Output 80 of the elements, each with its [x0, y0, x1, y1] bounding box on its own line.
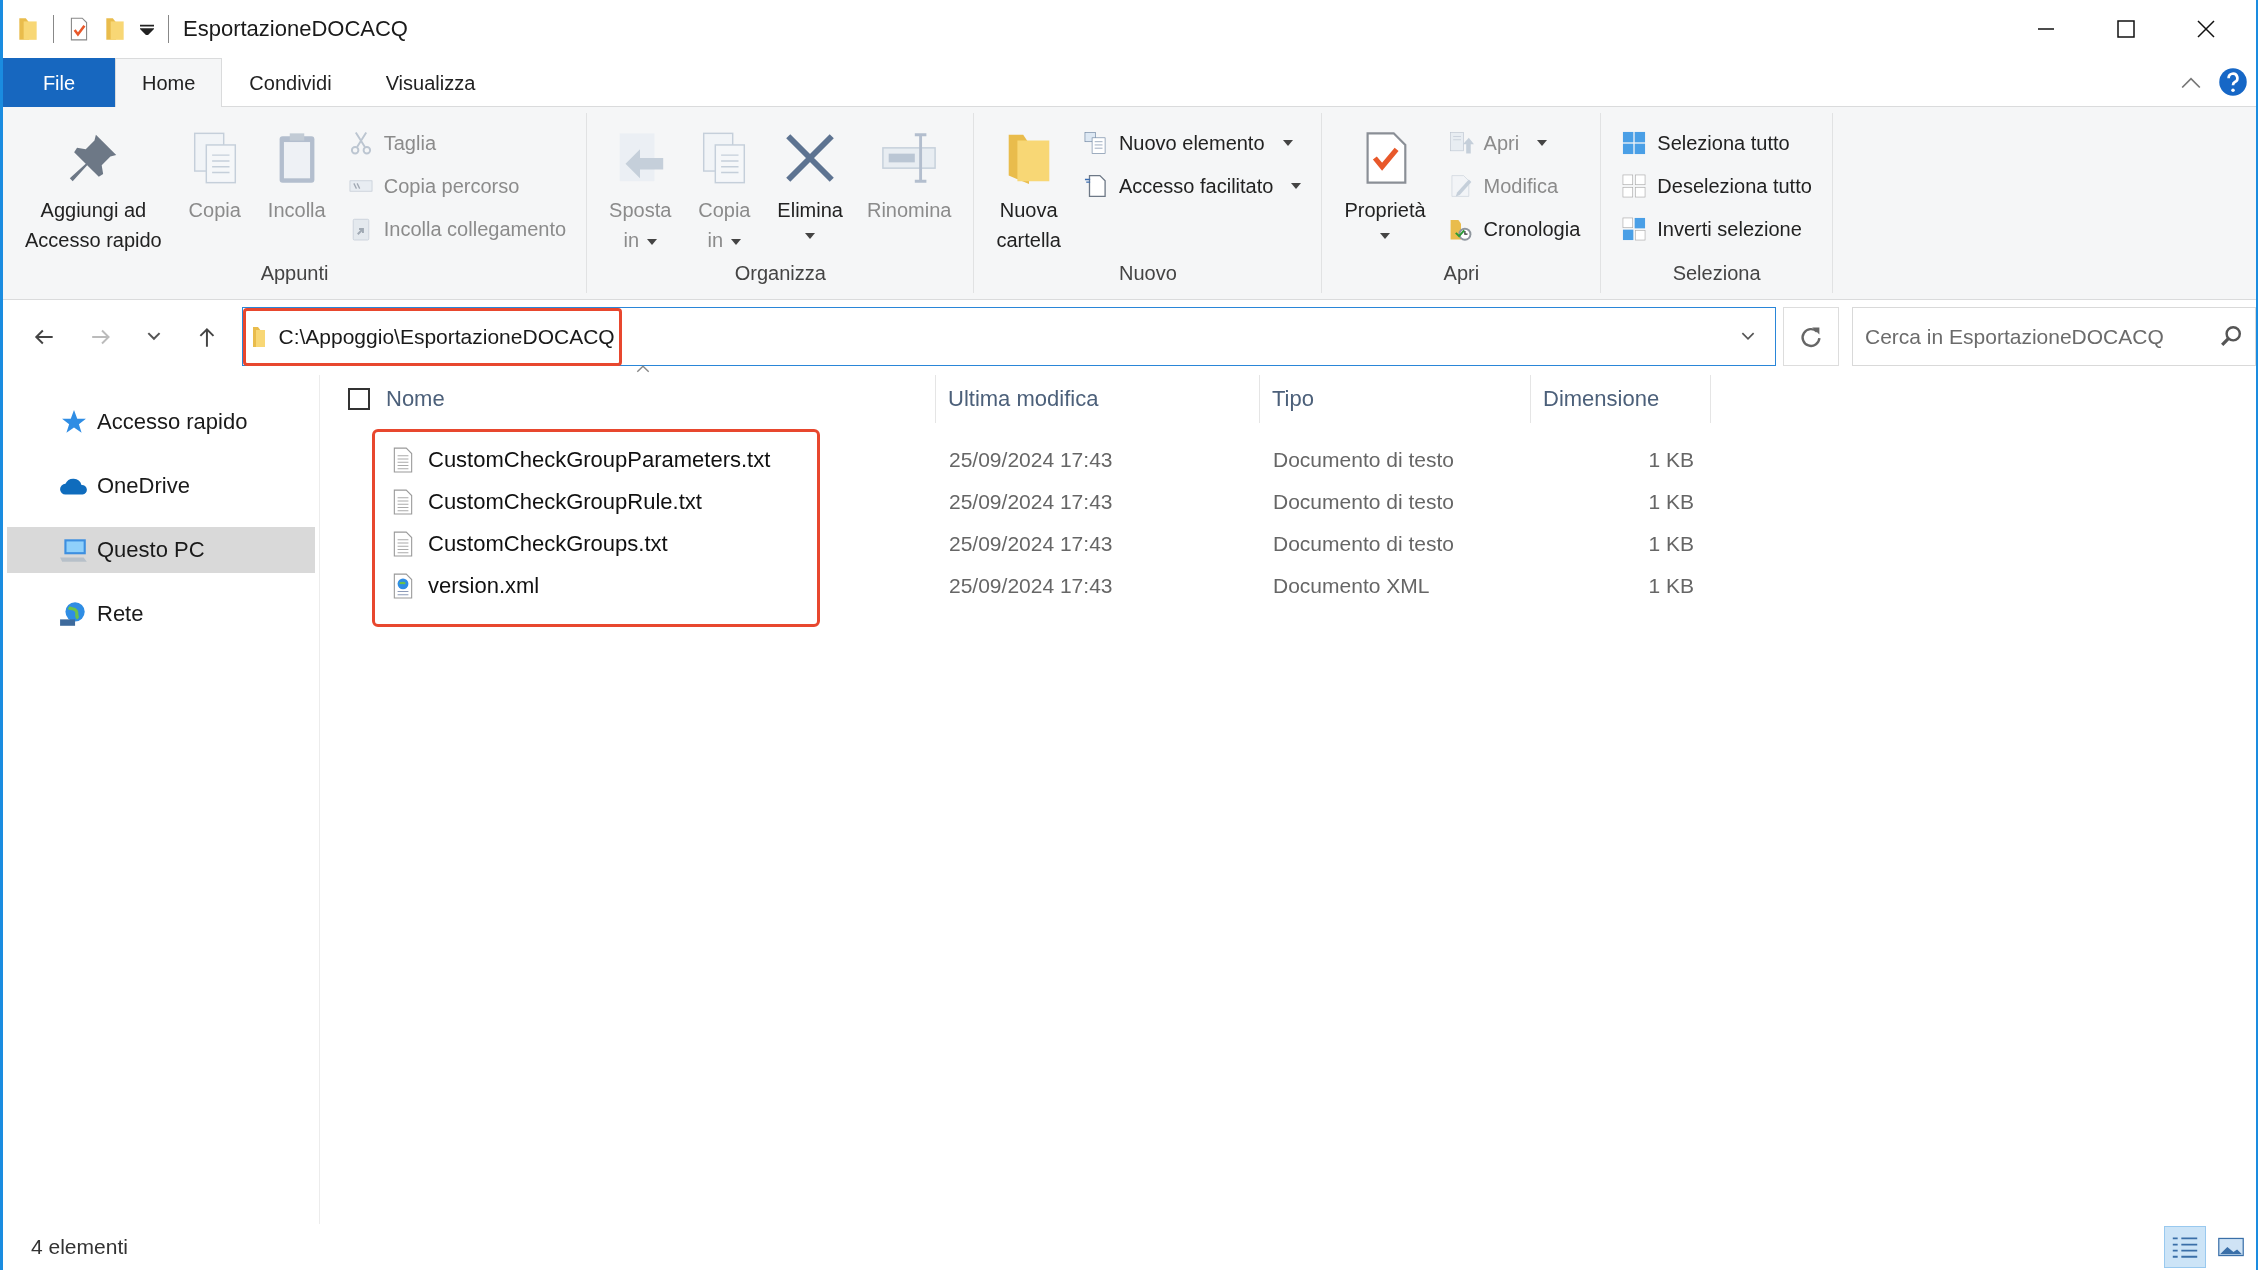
thumbnail-view-icon — [2217, 1236, 2245, 1258]
group-label: Apri — [1442, 262, 1481, 286]
folder-icon — [252, 325, 267, 348]
close-icon[interactable] — [2196, 19, 2216, 39]
file-type: Documento di testo — [1272, 532, 1455, 556]
file-type: Documento di testo — [1272, 490, 1455, 514]
collapse-ribbon-icon[interactable] — [2180, 75, 2202, 89]
column-header[interactable]: Dimensione — [1531, 386, 1672, 412]
ribbon-tab[interactable]: Condividi — [222, 58, 359, 107]
group-label: Seleziona — [1671, 262, 1762, 286]
grid-icon — [1621, 216, 1648, 242]
grid-icon — [1621, 173, 1648, 199]
file-tab[interactable]: File — [3, 58, 115, 107]
file-size: 1 KB — [1647, 490, 1694, 514]
ribbon-button[interactable]: Deseleziona tutto — [1617, 166, 1816, 206]
text-file-icon — [392, 489, 414, 515]
file-type: Documento di testo — [1272, 448, 1455, 472]
address-bar[interactable]: C:\Appoggio\EsportazioneDOCACQ — [242, 307, 1777, 366]
document-icon — [1082, 173, 1109, 199]
view-button[interactable] — [2164, 1226, 2206, 1268]
computer-icon — [59, 537, 89, 563]
file-type: Documento XML — [1272, 574, 1431, 598]
navigation-item[interactable]: OneDrive — [7, 463, 315, 509]
modified-date: 25/09/2024 17:43 — [948, 532, 1114, 556]
file-row[interactable]: version.xml 25/09/2024 17:43 Documento XML 1 KB — [320, 565, 2256, 607]
ribbon-tab[interactable]: Home — [115, 58, 223, 107]
file-size: 1 KB — [1647, 532, 1694, 556]
maximize-icon[interactable] — [2116, 19, 2136, 39]
navigation-item[interactable]: Questo PC — [7, 527, 315, 573]
ribbon-button[interactable]: Accesso facilitato — [1078, 166, 1306, 206]
group-label: Appunti — [259, 262, 330, 286]
text-file-icon — [392, 447, 414, 473]
navigation-item[interactable]: Accesso rapido — [7, 399, 315, 445]
refresh-icon — [1799, 324, 1824, 349]
file-row[interactable]: CustomCheckGroups.txt 25/09/2024 17:43 Documento di testo 1 KB — [320, 523, 2256, 565]
checked-document-icon[interactable] — [68, 16, 90, 42]
group-label: Organizza — [733, 262, 827, 286]
details-view-icon — [2171, 1236, 2199, 1258]
ribbon-button[interactable]: Seleziona tutto — [1617, 123, 1816, 163]
file-size: 1 KB — [1647, 448, 1694, 472]
chevron-down-icon[interactable] — [146, 332, 161, 341]
ribbon-button[interactable]: Proprietà — [1338, 121, 1432, 262]
search-icon — [2220, 325, 2242, 347]
document-arrow-icon — [1447, 130, 1474, 156]
select-all-checkbox[interactable] — [348, 388, 370, 410]
column-header[interactable]: Tipo — [1260, 386, 1326, 412]
file-name: CustomCheckGroupParameters.txt — [428, 447, 771, 473]
modified-date: 25/09/2024 17:43 — [948, 490, 1114, 514]
ribbon-tab[interactable]: Visualizza — [358, 58, 503, 107]
file-name: version.xml — [428, 573, 540, 599]
window-title: EsportazioneDOCACQ — [183, 16, 408, 42]
ribbon-button[interactable]: Inverti selezione — [1617, 209, 1816, 249]
grid-icon — [1621, 130, 1648, 156]
file-row[interactable]: CustomCheckGroupRule.txt 25/09/2024 17:43 Documento di testo 1 KB — [320, 481, 2256, 523]
file-name: CustomCheckGroups.txt — [428, 531, 668, 557]
new-item-icon — [1082, 130, 1109, 156]
dropdown-icon[interactable] — [140, 23, 154, 35]
text-file-icon — [392, 531, 414, 557]
refresh-button[interactable] — [1783, 307, 1839, 366]
search-field[interactable]: Cerca in EsportazioneDOCACQ — [1852, 307, 2256, 366]
ribbon-button[interactable]: Aggiungi ad Accesso rapido — [19, 121, 168, 262]
ribbon-button[interactable]: Nuova cartella — [990, 121, 1067, 262]
modified-date: 25/09/2024 17:43 — [948, 574, 1114, 598]
group-label: Nuovo — [1118, 262, 1178, 286]
help-icon[interactable] — [2218, 67, 2248, 97]
item-count: 4 elementi — [31, 1235, 128, 1259]
file-size: 1 KB — [1647, 574, 1694, 598]
chevron-down-icon[interactable] — [1741, 332, 1756, 341]
modified-date: 25/09/2024 17:43 — [948, 448, 1114, 472]
navigation-item[interactable]: Rete — [7, 591, 315, 637]
column-header[interactable]: Ultima modifica — [936, 386, 1111, 412]
ribbon-button[interactable]: Elimina — [771, 121, 849, 262]
address-path: C:\Appoggio\EsportazioneDOCACQ — [278, 324, 615, 349]
sort-indicator-icon — [636, 365, 650, 373]
ribbon-button[interactable]: Cronologia — [1443, 209, 1585, 249]
column-header[interactable]: Nome — [386, 386, 457, 412]
ribbon-button[interactable]: Nuovo elemento — [1078, 123, 1306, 163]
file-name: CustomCheckGroupRule.txt — [428, 489, 702, 515]
file-row[interactable]: CustomCheckGroupParameters.txt 25/09/2024 17:43 Documento di testo 1 KB — [320, 439, 2256, 481]
xml-file-icon — [392, 573, 414, 599]
